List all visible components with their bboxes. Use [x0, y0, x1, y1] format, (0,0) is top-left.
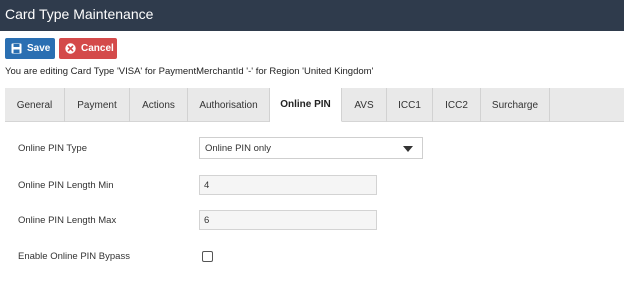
tab-actions[interactable]: Actions: [130, 88, 188, 122]
tab-avs[interactable]: AVS: [342, 88, 387, 122]
pin-length-min-label: Online PIN Length Min: [18, 180, 114, 191]
pin-length-max-input[interactable]: 6: [199, 210, 377, 230]
tab-payment[interactable]: Payment: [65, 88, 130, 122]
tab-icc2[interactable]: ICC2: [433, 88, 481, 122]
pin-length-min-input[interactable]: 4: [199, 175, 377, 195]
pin-bypass-label: Enable Online PIN Bypass: [18, 251, 130, 262]
tab-general[interactable]: General: [5, 88, 65, 122]
cancel-button-label: Cancel: [81, 43, 114, 54]
tab-bar: General Payment Actions Authorisation On…: [5, 88, 624, 122]
pin-bypass-checkbox[interactable]: [202, 251, 213, 262]
tab-icc1[interactable]: ICC1: [387, 88, 433, 122]
tab-authorisation[interactable]: Authorisation: [188, 88, 270, 122]
window-title-bar: Card Type Maintenance: [0, 0, 624, 31]
online-pin-type-select[interactable]: Online PIN only: [199, 137, 423, 159]
save-button[interactable]: Save: [5, 38, 55, 59]
online-pin-type-value: Online PIN only: [205, 143, 272, 154]
caret-down-icon: [403, 146, 413, 152]
toolbar: Save Cancel: [5, 38, 117, 59]
online-pin-type-label: Online PIN Type: [18, 143, 88, 154]
save-button-label: Save: [27, 43, 51, 54]
cancel-button[interactable]: Cancel: [59, 38, 117, 59]
floppy-disk-icon: [11, 43, 22, 54]
window-title: Card Type Maintenance: [5, 6, 154, 22]
tab-surcharge[interactable]: Surcharge: [481, 88, 550, 122]
circle-x-icon: [65, 43, 76, 54]
pin-length-max-label: Online PIN Length Max: [18, 215, 117, 226]
tab-online-pin[interactable]: Online PIN: [270, 88, 342, 122]
edit-context-text: You are editing Card Type 'VISA' for Pay…: [5, 66, 374, 77]
